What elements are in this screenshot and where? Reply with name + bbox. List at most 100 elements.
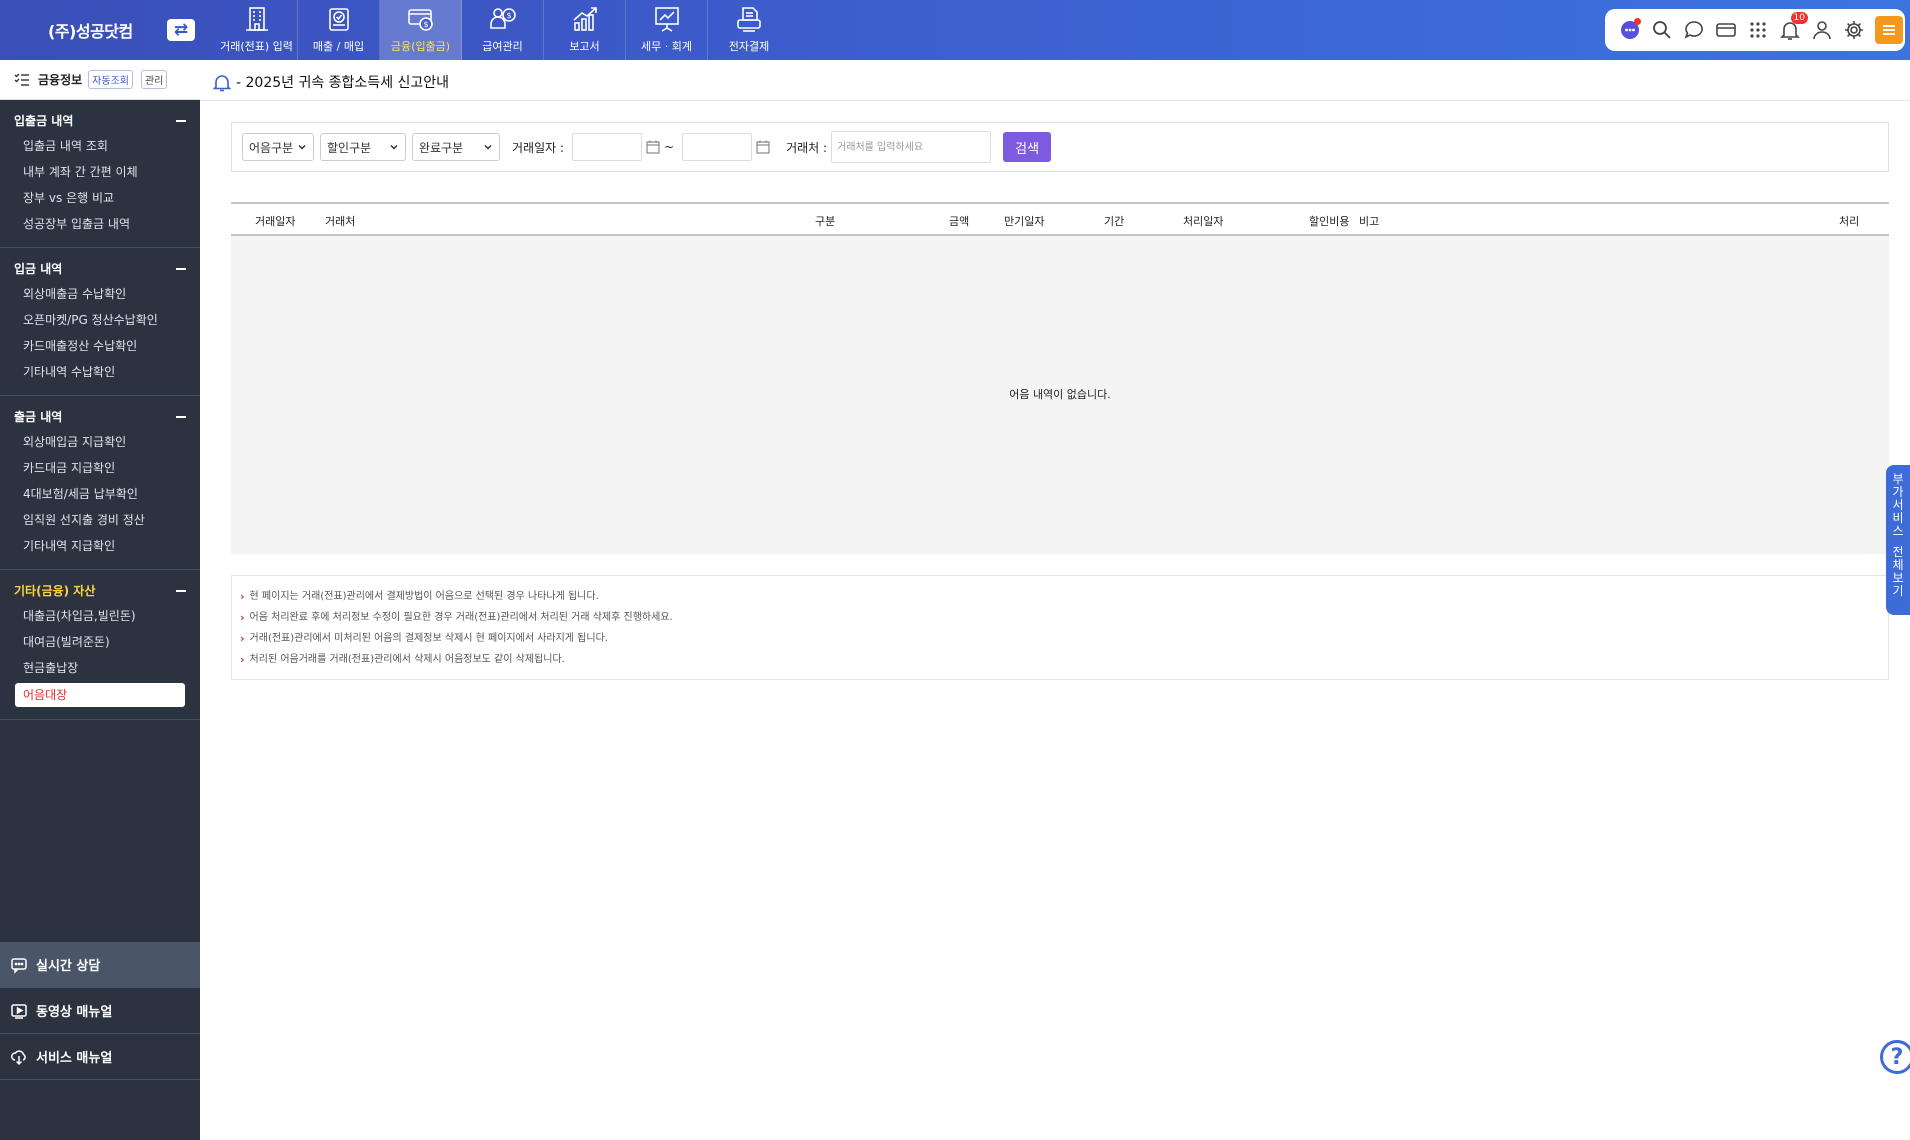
end-date-input[interactable]: [682, 133, 753, 161]
nav-item-finance[interactable]: $ 금융(입출금): [380, 0, 462, 60]
sidebar-group-title[interactable]: 기타(금융) 자산: [0, 578, 200, 603]
company-name[interactable]: (주)성공닷컴: [48, 18, 133, 42]
company-switch-icon[interactable]: ⇄: [167, 19, 195, 41]
search-icon[interactable]: [1649, 18, 1674, 43]
nav-item-transaction-entry[interactable]: 거래(전표) 입력: [216, 0, 298, 60]
chatbot-icon[interactable]: [1617, 17, 1642, 43]
notice-banner[interactable]: - 2025년 귀속 종합소득세 신고안내: [212, 70, 449, 94]
sidebar-group-title[interactable]: 입출금 내역: [0, 108, 200, 133]
column-header[interactable]: 처리일자: [1183, 213, 1223, 229]
auto-inquiry-button[interactable]: 자동조회: [88, 70, 133, 89]
sidebar-item[interactable]: 외상매입금 지급확인: [0, 429, 200, 455]
search-filter-bar: 어음구분 할인구분 완료구분 거래일자 : ~ 거래처 : 검색: [231, 122, 1889, 172]
sidebar-item[interactable]: 오픈마켓/PG 정산수납확인: [0, 307, 200, 333]
sidebar-item[interactable]: 카드매출정산 수납확인: [0, 333, 200, 359]
completion-type-select[interactable]: 완료구분: [412, 133, 500, 161]
column-header[interactable]: 구분: [815, 213, 835, 229]
sidebar-group-deposits: 입금 내역 외상매출금 수납확인 오픈마켓/PG 정산수납확인 카드매출정산 수…: [0, 248, 200, 396]
collapse-icon[interactable]: [176, 415, 186, 418]
sidebar-item[interactable]: 대여금(빌려준돈): [0, 629, 200, 655]
date-range-separator: ~: [664, 140, 675, 154]
note-ledger-table: 거래일자 거래처 구분 금액 만기일자 기간 처리일자 할인비용 비고 처리 어…: [231, 202, 1889, 554]
column-header[interactable]: 비고: [1359, 213, 1379, 229]
collapse-icon[interactable]: [176, 267, 186, 270]
arrow-icon: ›: [240, 653, 245, 666]
note-item: › 현 페이지는 거래(전표)관리에서 결제방법이 어음으로 선택된 경우 나타나…: [240, 586, 1888, 607]
manage-button[interactable]: 관리: [140, 70, 168, 89]
gear-icon[interactable]: [1841, 18, 1866, 43]
nav-item-payroll[interactable]: $ 급여관리: [462, 0, 544, 60]
nav-item-tax-accounting[interactable]: 세무 · 회계: [626, 0, 708, 60]
side-tab-text: 부가서비스: [1892, 472, 1904, 538]
column-header[interactable]: 거래일자: [255, 213, 295, 229]
sidebar-item[interactable]: 장부 vs 은행 비교: [0, 185, 200, 211]
bell-icon: [212, 75, 232, 92]
user-icon[interactable]: [1809, 18, 1834, 43]
note-type-select[interactable]: 어음구분: [242, 133, 314, 161]
brand: (주)성공닷컴 ⇄: [0, 0, 200, 60]
notification-count: 10: [1790, 11, 1808, 24]
top-navigation-bar: (주)성공닷컴 ⇄ 거래(전표) 입력 매출 / 매입 $ 금융(입출금) $ …: [0, 0, 1910, 60]
extra-services-tab[interactable]: 부가서비스 전체보기: [1886, 465, 1910, 615]
column-header[interactable]: 거래처: [325, 213, 355, 229]
sidebar-item[interactable]: 기타내역 지급확인: [0, 533, 200, 559]
presentation-chart-icon: [654, 7, 679, 32]
arrow-icon: ›: [240, 632, 245, 645]
sidebar-item[interactable]: 입출금 내역 조회: [0, 133, 200, 159]
bell-icon[interactable]: 10: [1777, 11, 1808, 43]
start-date-input[interactable]: [572, 133, 643, 161]
person-coin-icon: $: [489, 8, 516, 29]
utility-toolbar: 10: [1605, 9, 1905, 51]
partner-input[interactable]: [831, 131, 992, 163]
video-manual-link[interactable]: 동영상 매뉴얼: [0, 988, 200, 1034]
nav-item-sales-purchase[interactable]: 매출 / 매입: [298, 0, 380, 60]
nav-item-e-payment[interactable]: 전자결제: [708, 0, 790, 60]
nav-item-reports[interactable]: 보고서: [544, 0, 626, 60]
help-icon[interactable]: ?: [1880, 1040, 1910, 1074]
sidebar-header: 금융정보 자동조회 관리: [0, 60, 200, 100]
sidebar-item[interactable]: 임직원 선지출 경비 정산: [0, 507, 200, 533]
note-item: › 거래(전표)관리에서 미처리된 어음의 결제정보 삭제시 현 페이지에서 사라…: [240, 628, 1888, 649]
building-icon: [245, 7, 268, 31]
sidebar-item[interactable]: 내부 계좌 간 간편 이체: [0, 159, 200, 185]
date-label: 거래일자 :: [512, 140, 565, 155]
table-header: 거래일자 거래처 구분 금액 만기일자 기간 처리일자 할인비용 비고 처리: [231, 202, 1889, 236]
sidebar-group-title[interactable]: 입금 내역: [0, 256, 200, 281]
collapse-icon[interactable]: [176, 119, 186, 122]
sidebar-group-deposits-withdrawals: 입출금 내역 입출금 내역 조회 내부 계좌 간 간편 이체 장부 vs 은행 …: [0, 100, 200, 248]
column-header[interactable]: 금액: [949, 213, 969, 229]
sidebar-item[interactable]: 현금출납장: [0, 655, 200, 681]
sidebar-item-note-ledger[interactable]: 어음대장: [15, 683, 185, 707]
live-chat-link[interactable]: 실시간 상담: [0, 942, 200, 988]
grid-icon[interactable]: [1745, 18, 1770, 43]
sidebar-item[interactable]: 4대보험/세금 납부확인: [0, 481, 200, 507]
chat-icon: [11, 957, 27, 974]
chat-bubble-icon[interactable]: [1681, 18, 1706, 43]
sidebar-group-title[interactable]: 출금 내역: [0, 404, 200, 429]
discount-type-select[interactable]: 할인구분: [320, 133, 406, 161]
alert-dot: [1634, 17, 1641, 25]
column-header[interactable]: 할인비용: [1309, 213, 1349, 229]
notice-text: - 2025년 귀속 종합소득세 신고안내: [236, 75, 450, 91]
growth-chart-icon: [572, 7, 597, 31]
side-tab-text: 전체보기: [1892, 545, 1904, 598]
printer-doc-icon: [737, 7, 761, 32]
card-icon[interactable]: [1713, 18, 1738, 43]
sidebar-group-other-assets: 기타(금융) 자산 대출금(차입금,빌린돈) 대여금(빌려준돈) 현금출납장 어…: [0, 570, 200, 720]
column-header[interactable]: 기간: [1104, 213, 1124, 229]
hamburger-menu-icon[interactable]: [1875, 16, 1903, 44]
sidebar-group-withdrawals: 출금 내역 외상매입금 지급확인 카드대금 지급확인 4대보험/세금 납부확인 …: [0, 396, 200, 570]
calendar-icon[interactable]: [755, 139, 771, 155]
sidebar-item[interactable]: 성공장부 입출금 내역: [0, 211, 200, 237]
main-menu: 거래(전표) 입력 매출 / 매입 $ 금융(입출금) $ 급여관리 보고서 세…: [216, 0, 790, 60]
calendar-icon[interactable]: [645, 139, 661, 155]
sidebar-item[interactable]: 대출금(차입금,빌린돈): [0, 603, 200, 629]
service-manual-link[interactable]: 서비스 매뉴얼: [0, 1034, 200, 1080]
collapse-icon[interactable]: [176, 589, 186, 592]
column-header[interactable]: 만기일자: [1004, 213, 1044, 229]
sidebar-item[interactable]: 기타내역 수납확인: [0, 359, 200, 385]
sidebar-item[interactable]: 카드대금 지급확인: [0, 455, 200, 481]
search-button[interactable]: 검색: [1003, 132, 1052, 162]
sidebar-item[interactable]: 외상매출금 수납확인: [0, 281, 200, 307]
column-header[interactable]: 처리: [1839, 213, 1859, 229]
